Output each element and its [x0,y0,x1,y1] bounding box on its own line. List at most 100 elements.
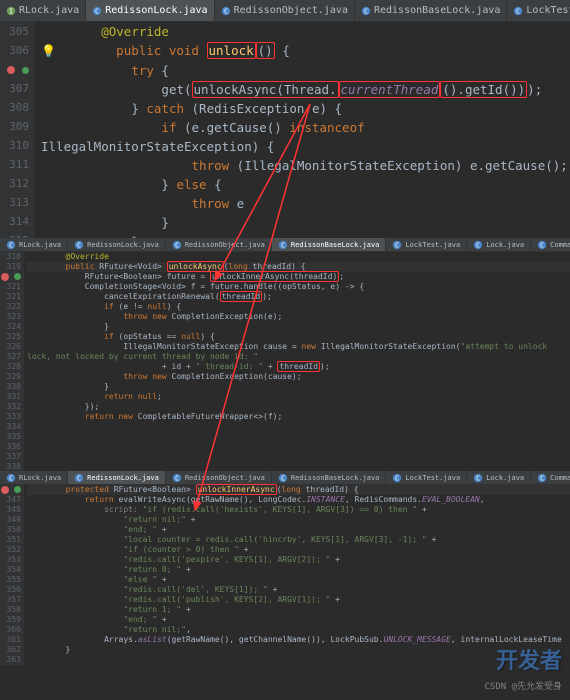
code-line[interactable]: IllegalMonitorStateException cause = new… [27,342,570,362]
tab-redissonbaselock-java[interactable]: CRedissonBaseLock.java [355,0,507,21]
code-line[interactable]: } catch (RedisException e) { [41,99,570,118]
code-line[interactable]: "end; " + [27,615,570,625]
code-line[interactable]: if (opStatus == null) { [27,332,570,342]
line-number: 359 [0,615,21,625]
token: + [157,525,167,534]
code-line[interactable]: throw new CompletionException(e); [27,312,570,322]
code-3[interactable]: protected RFuture<Boolean> unlockInnerAs… [24,485,570,665]
token: } [131,101,146,116]
file-icon: C [537,473,547,483]
code-line[interactable]: "local counter = redis.call('hincrby', K… [27,535,570,545]
tab-bar-3: CRLock.javaCRedissonLock.javaCRedissonOb… [0,471,570,485]
code-line[interactable]: "return nil;" + [27,515,570,525]
svg-text:C: C [540,241,544,249]
code-line[interactable]: throw e [41,194,570,213]
run-icon[interactable] [22,67,29,74]
code-line[interactable]: protected RFuture<Boolean> unlockInnerAs… [27,485,570,495]
code-line[interactable]: CompletionStage<Void> f = future.handle(… [27,282,570,292]
line-number: 311 [0,155,29,174]
code-line[interactable]: "redis.call('del', KEYS[1]); " + [27,585,570,595]
code-line[interactable]: try { [41,61,570,80]
code-line[interactable]: }); [27,402,570,412]
tab-rlock-java[interactable]: IRLock.java [0,0,86,21]
svg-text:C: C [77,474,81,482]
tab-label: CommandAsyncExecutor.java [550,474,570,482]
token: throw new [123,372,171,381]
tab-redissonobject-java[interactable]: CRedissonObject.java [215,0,355,21]
code-line[interactable]: "if (counter > 0) then " + [27,545,570,555]
svg-text:C: C [281,241,285,249]
token: + [157,615,167,624]
code-line[interactable]: RFuture<Boolean> future = unlockInnerAsy… [27,272,570,282]
tab-locktest-java[interactable]: CLockTest.java [507,0,570,21]
code-line[interactable]: } [27,382,570,392]
code-line[interactable]: "redis.call('pexpire', KEYS[1], ARGV[2])… [27,555,570,565]
code-line[interactable]: return null; [27,392,570,402]
code-line[interactable]: } [27,322,570,332]
tab-locktest-java[interactable]: CLockTest.java [386,471,467,484]
code-line[interactable]: return evalWriteAsync(getRawName(), Long… [27,495,570,505]
tab-locktest-java[interactable]: CLockTest.java [386,238,467,251]
run-icon[interactable] [14,486,21,493]
tab-redissonobject-java[interactable]: CRedissonObject.java [166,471,272,484]
run-icon[interactable] [14,273,21,280]
token: + [181,362,195,371]
breakpoint-icon[interactable] [1,273,9,281]
tab-commandasyncexecutor-java[interactable]: CCommandAsyncExecutor.java [531,471,570,484]
code-line[interactable]: throw (IllegalMonitorStateException) e.g… [41,156,570,175]
line-number: 336 [0,442,21,452]
highlight-box: ().getId()) [440,81,527,98]
token: RFuture<Void> [99,262,166,271]
code-line[interactable]: @Override [27,252,570,262]
code-line[interactable]: + id + " thread-id: " + threadId); [27,362,570,372]
tab-commandasyncexecutor-java[interactable]: CCommandAsyncExecutor.java [531,238,570,251]
file-icon: I [6,6,16,16]
line-number: 355 [0,575,21,585]
tab-redissonlock-java[interactable]: CRedissonLock.java [68,471,166,484]
code-line[interactable]: "return nil;", [27,625,570,635]
token: catch [146,101,191,116]
code-line[interactable]: "redis.call('publish', KEYS[2], ARGV[1])… [27,595,570,605]
code-line[interactable]: } [41,213,570,232]
code-line[interactable]: cancelExpirationRenewal(threadId); [27,292,570,302]
tab-redissonlock-java[interactable]: CRedissonLock.java [86,0,214,21]
token: (opStatus == [119,332,182,341]
tab-redissonobject-java[interactable]: CRedissonObject.java [166,238,272,251]
breakpoint-icon[interactable] [1,486,9,494]
code-line[interactable]: 💡 public void unlock() { [41,41,570,61]
tab-redissonlock-java[interactable]: CRedissonLock.java [68,238,166,251]
tab-redissonbaselock-java[interactable]: CRedissonBaseLock.java [272,471,387,484]
tab-lock-java[interactable]: CLock.java [467,471,531,484]
editor-panel-3: CRLock.javaCRedissonLock.javaCRedissonOb… [0,471,570,696]
tab-label: RedissonBaseLock.java [291,474,380,482]
tab-label: LockTest.java [405,241,460,249]
code-line[interactable]: "return 1; " + [27,605,570,615]
code-line[interactable]: if (e != null) { [27,302,570,312]
code-line[interactable]: script: "if (redis.call('hexists', KEYS[… [27,505,570,515]
code-line[interactable]: if (e.getCause() instanceof IllegalMonit… [41,118,570,156]
breakpoint-icon[interactable] [7,66,15,74]
code-line[interactable]: } else { [41,175,570,194]
code-line[interactable]: Arrays.asList(getRawName(), getChannelNa… [27,635,570,645]
code-line[interactable]: "end; " + [27,525,570,535]
code-line[interactable]: "else " + [27,575,570,585]
code-line[interactable]: get(unlockAsync(Thread.currentThread().g… [41,80,570,99]
code-line[interactable]: "return 0; " + [27,565,570,575]
svg-text:C: C [77,241,81,249]
line-number: 353 [0,555,21,565]
code-line[interactable]: } [27,645,570,655]
bulb-icon[interactable]: 💡 [41,44,56,58]
tab-rlock-java[interactable]: CRLock.java [0,471,68,484]
code-2[interactable]: @Override public RFuture<Void> unlockAsy… [24,252,570,472]
token: CompletionException(cause); [172,372,302,381]
tab-rlock-java[interactable]: CRLock.java [0,238,68,251]
code-line[interactable]: @Override [41,22,570,41]
tab-lock-java[interactable]: CLock.java [467,238,531,251]
code-line[interactable]: throw new CompletionException(cause); [27,372,570,382]
token: + [427,535,437,544]
token: public [66,262,100,271]
file-icon: C [513,6,523,16]
highlight-box: currentThread [339,81,441,98]
tab-redissonbaselock-java[interactable]: CRedissonBaseLock.java [272,238,387,251]
code-line[interactable]: return new CompletableFutureWrapper<>(f)… [27,412,570,422]
